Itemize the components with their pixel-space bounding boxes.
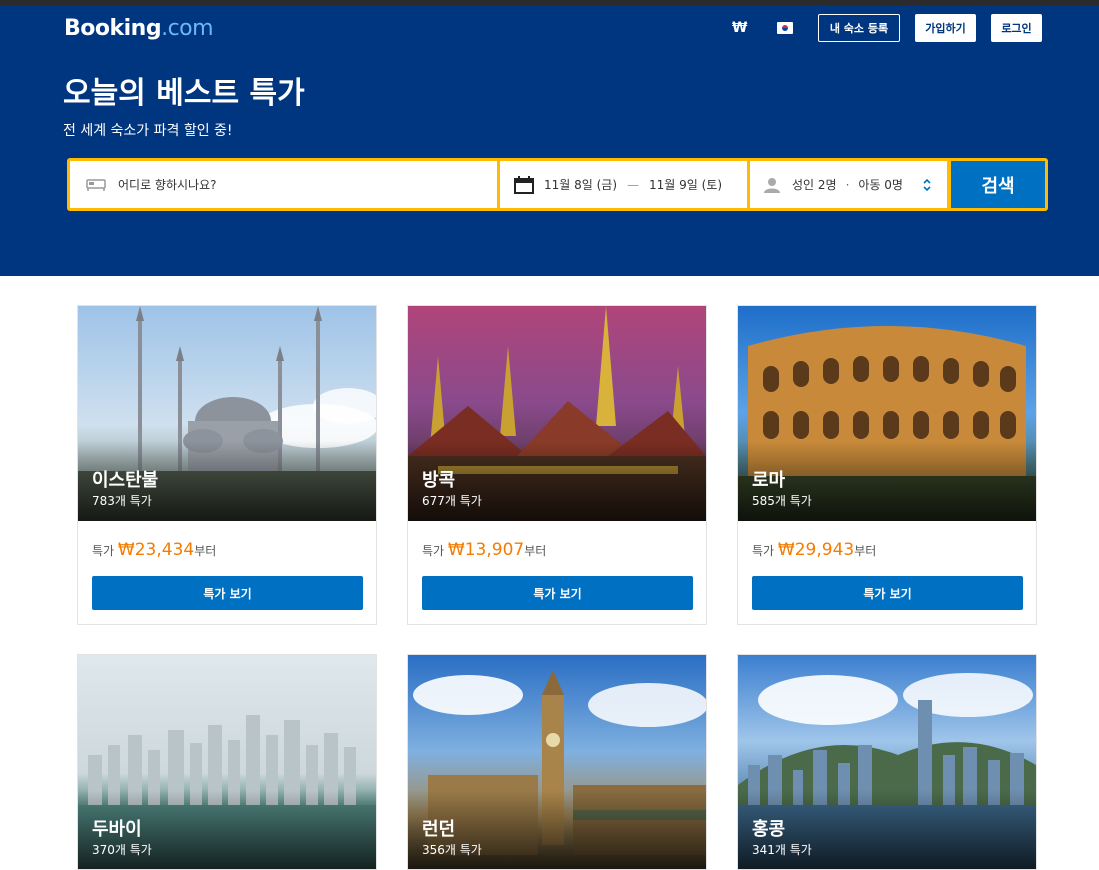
children-count: 아동 0명 bbox=[858, 178, 903, 192]
deal-image-dubai: 두바이 370개 특가 bbox=[78, 655, 376, 869]
currency-selector[interactable]: ₩ bbox=[732, 20, 747, 36]
deal-city: 두바이 bbox=[92, 819, 142, 840]
date-separator: — bbox=[627, 177, 640, 192]
search-button[interactable]: 검색 bbox=[951, 161, 1045, 208]
deal-card-dubai[interactable]: 두바이 370개 특가 bbox=[77, 654, 377, 870]
guests-selector[interactable]: 성인 2명 · 아동 0명 bbox=[750, 161, 947, 208]
deal-image-rome: 로마 585개 특가 bbox=[738, 306, 1036, 521]
deal-city: 로마 bbox=[752, 470, 786, 491]
list-property-button[interactable]: 내 숙소 등록 bbox=[818, 14, 900, 42]
search-box: 어디로 향하시나요? 11월 8일 (금) — 11월 9일 (토) 성인 2명… bbox=[67, 158, 1048, 211]
deal-image-bangkok: 방콕 677개 특가 bbox=[408, 306, 706, 521]
deal-price: 특가 ₩23,434부터 bbox=[92, 540, 217, 560]
deal-city: 홍콩 bbox=[752, 819, 786, 840]
person-icon bbox=[764, 177, 780, 193]
booking-logo[interactable]: Booking.com bbox=[64, 16, 214, 41]
deal-count: 356개 특가 bbox=[422, 843, 482, 857]
deal-count: 677개 특가 bbox=[422, 494, 482, 508]
date-picker[interactable]: 11월 8일 (금) — 11월 9일 (토) bbox=[500, 161, 747, 208]
page-subtitle: 전 세계 숙소가 파격 할인 중! bbox=[63, 123, 233, 139]
deal-count: 370개 특가 bbox=[92, 843, 152, 857]
view-deals-button[interactable]: 특가 보기 bbox=[422, 576, 693, 610]
hero-banner: Booking.com ₩ 내 숙소 등록 가입하기 로그인 오늘의 베스트 특… bbox=[0, 6, 1099, 276]
view-deals-button[interactable]: 특가 보기 bbox=[92, 576, 363, 610]
deal-image-istanbul: 이스탄불 783개 특가 bbox=[78, 306, 376, 521]
deal-city: 이스탄불 bbox=[92, 470, 159, 491]
deal-city: 런던 bbox=[422, 819, 456, 840]
checkout-date: 11월 9일 (토) bbox=[649, 178, 723, 192]
deal-count: 783개 특가 bbox=[92, 494, 152, 508]
calendar-icon bbox=[514, 175, 534, 194]
destination-input[interactable]: 어디로 향하시나요? bbox=[70, 161, 497, 208]
deal-price: 특가 ₩13,907부터 bbox=[422, 540, 547, 560]
bed-icon bbox=[86, 178, 106, 191]
deal-city: 방콕 bbox=[422, 470, 456, 491]
updown-arrows-icon bbox=[923, 178, 931, 192]
destination-placeholder: 어디로 향하시나요? bbox=[118, 178, 217, 192]
page-title: 오늘의 베스트 특가 bbox=[63, 76, 305, 111]
view-deals-button[interactable]: 특가 보기 bbox=[752, 576, 1023, 610]
adults-count: 성인 2명 bbox=[792, 178, 837, 192]
deal-card-london[interactable]: 런던 356개 특가 bbox=[407, 654, 707, 870]
deal-card-istanbul[interactable]: 이스탄불 783개 특가 특가 ₩23,434부터 특가 보기 bbox=[77, 305, 377, 625]
deal-count: 585개 특가 bbox=[752, 494, 812, 508]
deal-card-hongkong[interactable]: 홍콩 341개 특가 bbox=[737, 654, 1037, 870]
checkin-date: 11월 8일 (금) bbox=[544, 178, 618, 192]
login-button[interactable]: 로그인 bbox=[991, 14, 1042, 42]
deal-image-london: 런던 356개 특가 bbox=[408, 655, 706, 869]
deal-count: 341개 특가 bbox=[752, 843, 812, 857]
deal-card-bangkok[interactable]: 방콕 677개 특가 특가 ₩13,907부터 특가 보기 bbox=[407, 305, 707, 625]
guest-separator: · bbox=[845, 177, 850, 192]
deal-image-hongkong: 홍콩 341개 특가 bbox=[738, 655, 1036, 869]
deal-price: 특가 ₩29,943부터 bbox=[752, 540, 877, 560]
kr-flag-icon[interactable] bbox=[777, 22, 793, 34]
deal-card-rome[interactable]: 로마 585개 특가 특가 ₩29,943부터 특가 보기 bbox=[737, 305, 1037, 625]
register-button[interactable]: 가입하기 bbox=[915, 14, 976, 42]
